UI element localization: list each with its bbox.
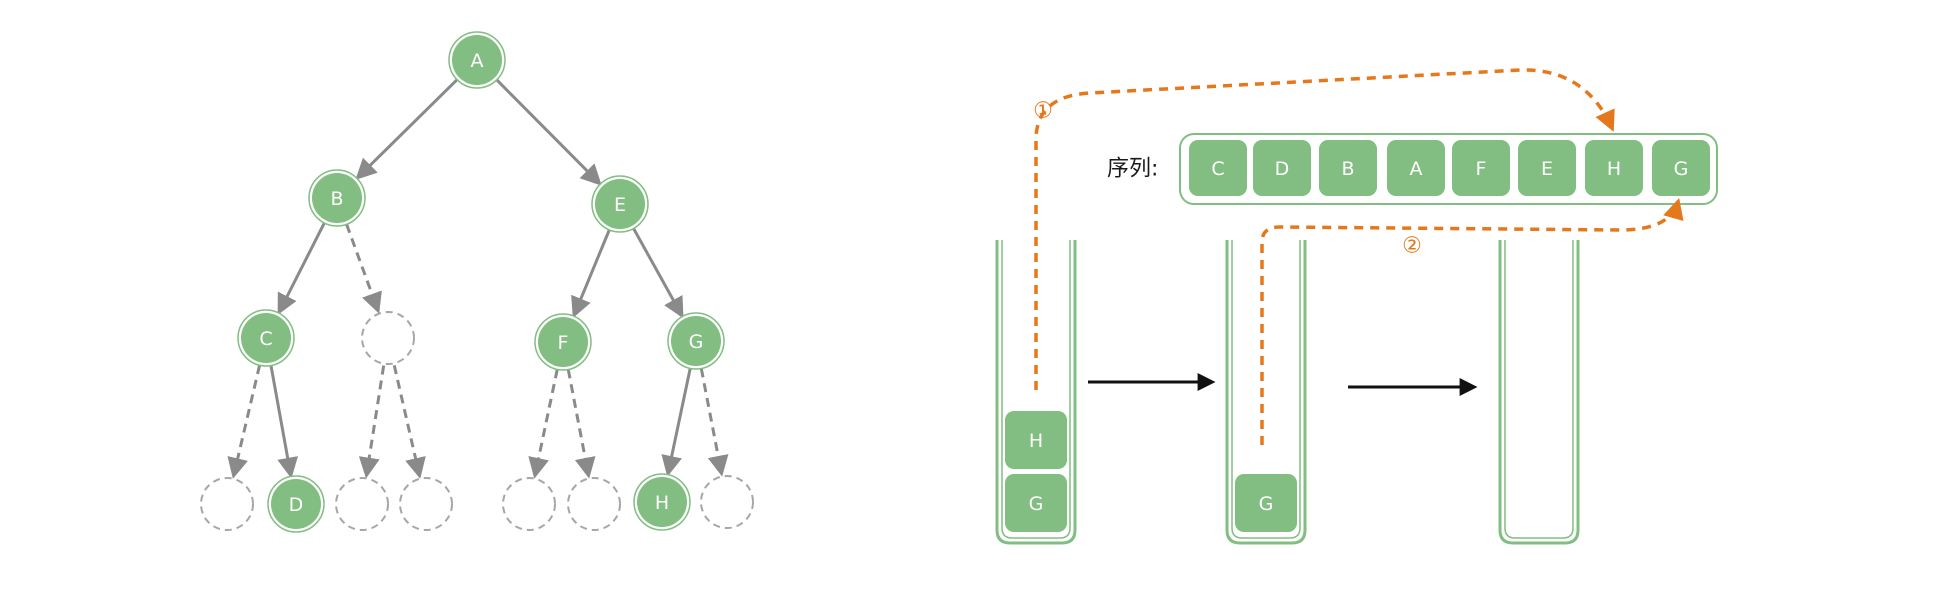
empty-node-circle — [361, 311, 415, 365]
tree-edge-c-cl — [227, 364, 262, 479]
sequence-item-label: H — [1607, 158, 1621, 180]
tree-node-empty — [502, 477, 556, 531]
node-label: G — [689, 331, 704, 353]
tree-edge-br-brr — [392, 364, 426, 479]
stack-1-items: GH — [1005, 411, 1067, 532]
sequence-label: 序列: — [1107, 157, 1158, 182]
tree-node-empty — [399, 477, 453, 531]
tree-edge-c-d — [269, 365, 299, 479]
stack-item-label: G — [1259, 493, 1274, 515]
sequence-group: 序列: C D B A F E H G — [1107, 133, 1718, 205]
sequence-item-label: A — [1410, 158, 1423, 180]
tree-node-e: E — [591, 175, 649, 233]
stack-item: H — [1005, 411, 1067, 469]
tree-node-g: G — [667, 312, 725, 370]
stack-2-items: G — [1235, 474, 1297, 532]
sequence-item-label: F — [1476, 158, 1487, 180]
sequence-item: B — [1319, 140, 1377, 196]
tree-node-a: A — [448, 31, 506, 89]
sequence-item-label: E — [1541, 158, 1553, 180]
stack-3-inner-outline — [1504, 240, 1574, 539]
step-2-label: ② — [1402, 234, 1422, 259]
tree-edge-b-c — [277, 222, 326, 315]
tree-edge-a-e — [495, 78, 602, 186]
pop-path-1 — [1034, 68, 1615, 390]
tree-edge-e-g — [632, 227, 684, 319]
sequence-item: E — [1518, 140, 1576, 196]
tree-edge-a-b — [355, 78, 459, 180]
node-label: H — [655, 492, 669, 514]
tree-edge-g-h — [661, 368, 692, 477]
stack-3-outline — [1498, 240, 1580, 545]
node-label: C — [259, 328, 272, 350]
tree-node-b: B — [308, 169, 366, 227]
tree-node-h: H — [633, 473, 691, 531]
tree-edge-br-brl — [358, 365, 386, 479]
empty-node-circle — [399, 477, 453, 531]
sequence-item: G — [1652, 140, 1710, 196]
node-label: A — [471, 50, 484, 72]
stack-item: G — [1235, 474, 1297, 532]
stack-item: G — [1005, 474, 1067, 532]
tree-node-empty — [335, 477, 389, 531]
tree-node-c: C — [237, 309, 295, 367]
node-label: B — [330, 188, 343, 210]
stack-item-label: H — [1029, 430, 1043, 452]
stack-2: G — [1225, 240, 1307, 545]
tree-edge-b-br — [345, 223, 382, 314]
sequence-items: CDBAFEHG — [1189, 140, 1710, 196]
sequence-item-label: D — [1275, 158, 1290, 180]
empty-node-circle — [700, 475, 754, 529]
empty-node-circle — [200, 477, 254, 531]
sequence-item: F — [1452, 140, 1510, 196]
sequence-item-label: C — [1211, 158, 1224, 180]
sequence-item: C — [1189, 140, 1247, 196]
empty-node-circle — [502, 477, 556, 531]
tree-node-empty — [567, 477, 621, 531]
tree-edge-f-fl — [528, 369, 559, 479]
tree-edges — [227, 78, 729, 479]
node-label: E — [614, 194, 626, 216]
tree-node-empty — [700, 475, 754, 529]
stack-item-label: G — [1029, 493, 1044, 515]
tree-node-d: D — [267, 475, 325, 533]
stack-3 — [1498, 240, 1580, 545]
tree-edge-g-gr — [699, 368, 729, 477]
node-label: F — [558, 332, 569, 354]
tree-edge-f-fr — [566, 369, 596, 479]
tree-node-empty — [361, 311, 415, 365]
empty-node-circle — [567, 477, 621, 531]
diagram-canvas: AB EC F GD H 序列: CDBAFEHG GH G ① ② — [200, 31, 1718, 545]
tree-node-f: F — [534, 313, 592, 371]
tree-edge-e-f — [571, 229, 611, 319]
sequence-item: A — [1387, 140, 1445, 196]
sequence-item-label: B — [1341, 158, 1354, 180]
tree-node-empty — [200, 477, 254, 531]
empty-node-circle — [335, 477, 389, 531]
sequence-item: D — [1253, 140, 1311, 196]
step-1-label: ① — [1033, 99, 1053, 124]
sequence-item-label: G — [1674, 158, 1689, 180]
pop-path-2 — [1260, 197, 1684, 445]
sequence-item: H — [1585, 140, 1643, 196]
node-label: D — [289, 494, 304, 516]
